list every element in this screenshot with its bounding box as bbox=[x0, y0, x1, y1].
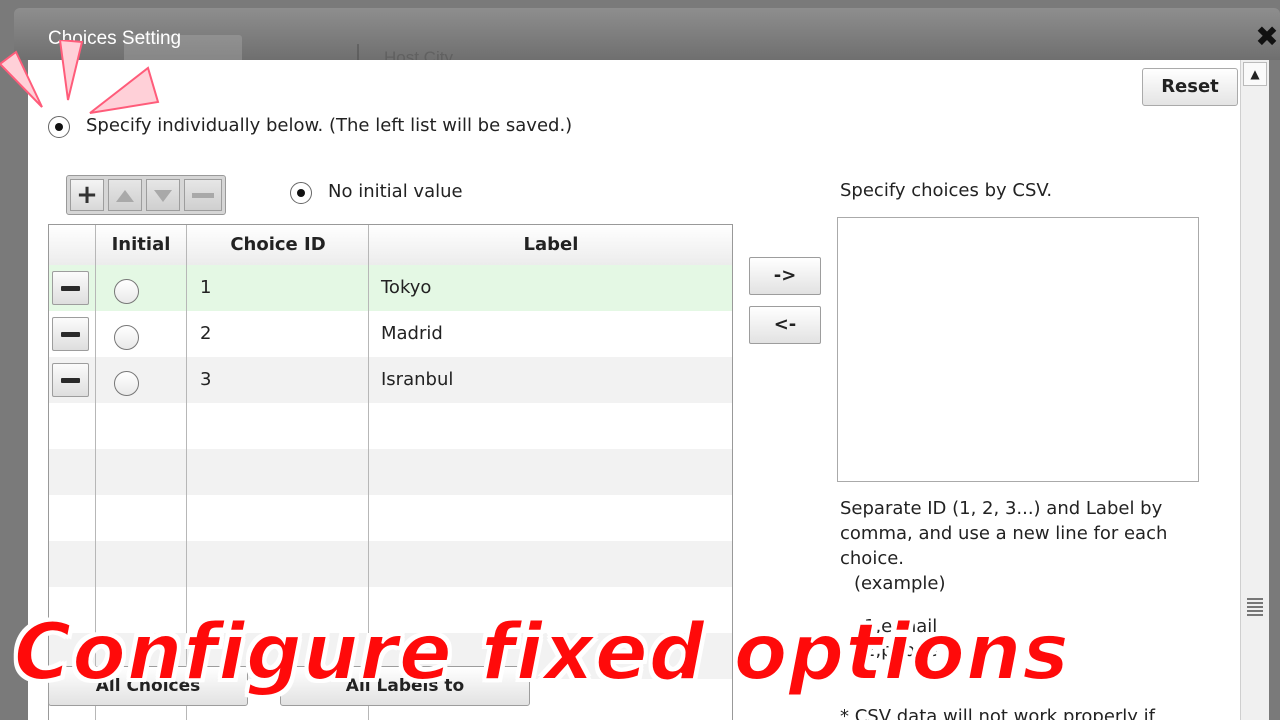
no-initial-value-radio[interactable] bbox=[290, 182, 312, 204]
header-choice-id[interactable]: Choice ID bbox=[187, 225, 369, 265]
csv-help-line: Separate ID (1, 2, 3...) and Label by bbox=[840, 498, 1163, 519]
initial-radio[interactable] bbox=[114, 371, 139, 396]
csv-textarea[interactable] bbox=[837, 217, 1199, 482]
csv-help-line: choice. bbox=[840, 548, 905, 569]
pointer-rays-icon bbox=[0, 40, 160, 114]
close-icon[interactable]: ✖ bbox=[1254, 23, 1280, 51]
scroll-grip-icon[interactable] bbox=[1247, 598, 1263, 616]
list-toolbar: + bbox=[66, 175, 226, 215]
remove-choice-button[interactable] bbox=[184, 179, 222, 211]
empty-row bbox=[49, 541, 732, 587]
delete-row-button[interactable] bbox=[52, 317, 89, 351]
table-header: Initial Choice ID Label bbox=[49, 225, 732, 266]
table-row[interactable]: 2 Madrid bbox=[49, 311, 732, 357]
scroll-up-icon[interactable]: ▲ bbox=[1243, 62, 1267, 86]
table-row[interactable]: 3 Isranbul bbox=[49, 357, 732, 403]
plus-icon: + bbox=[76, 180, 98, 210]
choice-id-cell[interactable]: 2 bbox=[200, 311, 211, 357]
choice-id-cell[interactable]: 1 bbox=[200, 265, 211, 311]
down-arrow-icon bbox=[154, 190, 172, 202]
export-to-csv-button[interactable]: -> bbox=[749, 257, 821, 295]
label-cell[interactable]: Madrid bbox=[381, 311, 443, 357]
initial-radio[interactable] bbox=[114, 279, 139, 304]
delete-row-button[interactable] bbox=[52, 363, 89, 397]
dialog-titlebar[interactable]: Host City Choices Setting ✖ bbox=[14, 8, 1280, 68]
label-cell[interactable]: Tokyo bbox=[381, 265, 431, 311]
no-initial-value-label: No initial value bbox=[328, 181, 463, 202]
header-label[interactable]: Label bbox=[369, 225, 732, 265]
empty-row bbox=[49, 403, 732, 449]
csv-note: * CSV data will not work properly if bbox=[840, 706, 1155, 720]
caption-overlay: Configure fixed options bbox=[13, 607, 1070, 699]
csv-help-line: comma, and use a new line for each bbox=[840, 523, 1168, 544]
delete-row-button[interactable] bbox=[52, 271, 89, 305]
vertical-scrollbar[interactable]: ▲ bbox=[1240, 60, 1269, 720]
csv-example-label: (example) bbox=[854, 573, 946, 594]
label-cell[interactable]: Isranbul bbox=[381, 357, 453, 403]
add-choice-button[interactable]: + bbox=[70, 179, 104, 211]
import-from-csv-button[interactable]: <- bbox=[749, 306, 821, 344]
csv-heading: Specify choices by CSV. bbox=[840, 180, 1053, 201]
up-arrow-icon bbox=[116, 190, 134, 202]
reset-button[interactable]: Reset bbox=[1142, 68, 1238, 106]
move-up-button[interactable] bbox=[108, 179, 142, 211]
table-row[interactable]: 1 Tokyo bbox=[49, 265, 732, 311]
empty-row bbox=[49, 495, 732, 541]
empty-row bbox=[49, 449, 732, 495]
header-initial[interactable]: Initial bbox=[95, 225, 187, 265]
minus-icon bbox=[192, 193, 214, 198]
initial-radio[interactable] bbox=[114, 325, 139, 350]
move-down-button[interactable] bbox=[146, 179, 180, 211]
choice-id-cell[interactable]: 3 bbox=[200, 357, 211, 403]
